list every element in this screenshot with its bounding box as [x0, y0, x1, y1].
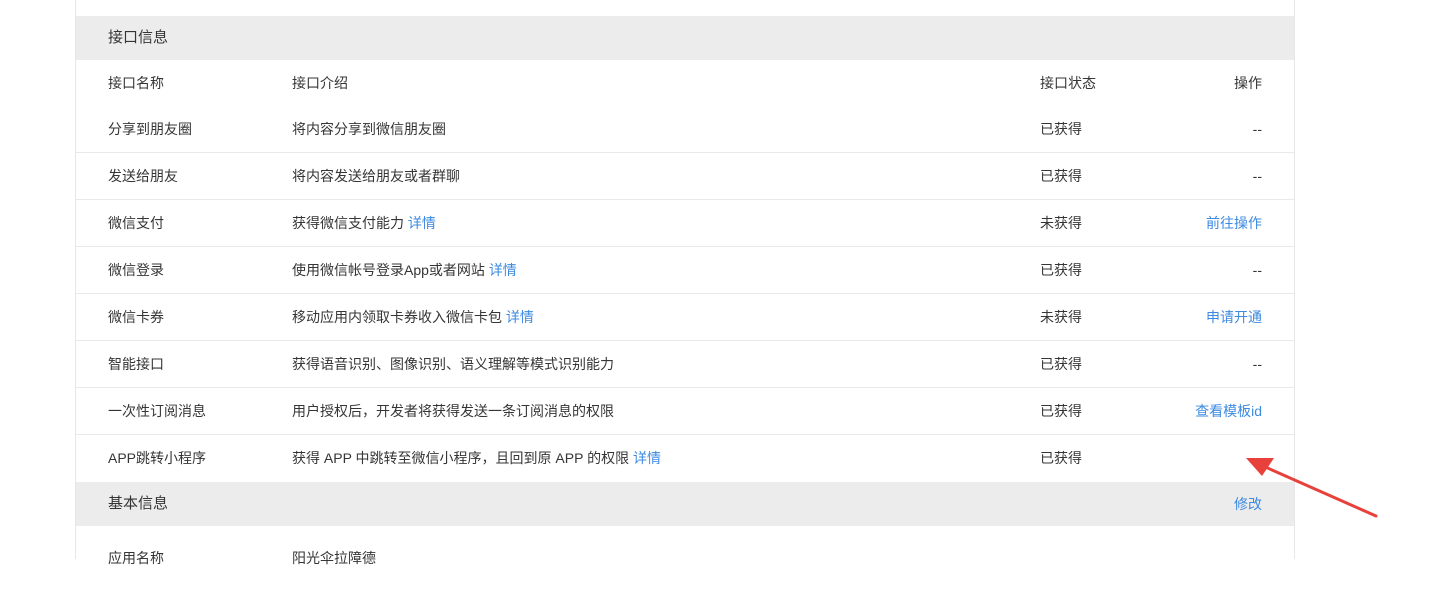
row-desc: 移动应用内领取卡券收入微信卡包 详情	[292, 309, 534, 325]
row-name: 智能接口	[108, 356, 164, 372]
row-desc: 将内容分享到微信朋友圈	[292, 121, 446, 137]
app-name-label: 应用名称	[108, 550, 164, 566]
row-status: 已获得	[1040, 168, 1082, 184]
row-name: 微信卡券	[108, 309, 164, 325]
annotation-arrow-icon	[1246, 458, 1378, 518]
table-row: 分享到朋友圈 将内容分享到微信朋友圈 已获得 --	[76, 106, 1294, 153]
detail-link[interactable]: 详情	[489, 262, 517, 278]
row-desc: 获得语音识别、图像识别、语义理解等模式识别能力	[292, 356, 614, 372]
interface-section-header: 接口信息	[76, 16, 1294, 60]
row-name: 分享到朋友圈	[108, 121, 192, 137]
interface-section-title: 接口信息	[108, 29, 169, 46]
table-row: 微信支付 获得微信支付能力 详情 未获得 前往操作	[76, 200, 1294, 247]
table-row: APP跳转小程序 获得 APP 中跳转至微信小程序，且回到原 APP 的权限 详…	[76, 435, 1294, 482]
detail-link[interactable]: 详情	[633, 450, 661, 466]
row-op: --	[1252, 121, 1262, 137]
apply-open-link[interactable]: 申请开通	[1206, 294, 1262, 341]
row-desc: 将内容发送给朋友或者群聊	[292, 168, 460, 184]
row-status: 已获得	[1040, 356, 1082, 372]
table-row: 微信卡券 移动应用内领取卡券收入微信卡包 详情 未获得 申请开通	[76, 294, 1294, 341]
column-header-desc: 接口介绍	[292, 75, 348, 91]
row-status: 未获得	[1040, 309, 1082, 325]
app-name-row: 应用名称 阳光伞拉障德	[76, 526, 1294, 576]
basic-section-title: 基本信息	[108, 495, 169, 512]
basic-section-header: 基本信息 修改	[76, 482, 1294, 526]
table-row: 智能接口 获得语音识别、图像识别、语义理解等模式识别能力 已获得 --	[76, 341, 1294, 388]
column-header-status: 接口状态	[1040, 75, 1096, 91]
row-desc: 使用微信帐号登录App或者网站 详情	[292, 262, 517, 278]
row-op: --	[1252, 356, 1262, 372]
app-name-value: 阳光伞拉障德	[292, 550, 376, 566]
detail-link[interactable]: 详情	[506, 309, 534, 325]
view-template-id-link[interactable]: 查看模板id	[1195, 388, 1262, 435]
row-status: 已获得	[1040, 450, 1082, 466]
row-desc: 用户授权后，开发者将获得发送一条订阅消息的权限	[292, 403, 614, 419]
column-header-name: 接口名称	[108, 75, 164, 91]
column-header-op: 操作	[1234, 75, 1262, 91]
row-name: 发送给朋友	[108, 168, 178, 184]
row-op: --	[1252, 262, 1262, 278]
row-status: 已获得	[1040, 121, 1082, 137]
table-row: 微信登录 使用微信帐号登录App或者网站 详情 已获得 --	[76, 247, 1294, 294]
row-status: 已获得	[1040, 262, 1082, 278]
row-name: 微信登录	[108, 262, 164, 278]
table-row: 发送给朋友 将内容发送给朋友或者群聊 已获得 --	[76, 153, 1294, 200]
row-name: APP跳转小程序	[108, 450, 207, 466]
detail-link[interactable]: 详情	[408, 215, 436, 231]
row-name: 微信支付	[108, 215, 164, 231]
goto-operate-link[interactable]: 前往操作	[1206, 200, 1262, 247]
row-status: 已获得	[1040, 403, 1082, 419]
row-name: 一次性订阅消息	[108, 403, 206, 419]
interface-table-header: 接口名称 接口介绍 接口状态 操作	[76, 60, 1294, 106]
row-op: --	[1252, 168, 1262, 184]
row-desc: 获得微信支付能力 详情	[292, 215, 436, 231]
table-row: 一次性订阅消息 用户授权后，开发者将获得发送一条订阅消息的权限 已获得 查看模板…	[76, 388, 1294, 435]
row-desc: 获得 APP 中跳转至微信小程序，且回到原 APP 的权限 详情	[292, 450, 661, 466]
row-status: 未获得	[1040, 215, 1082, 231]
app-detail-panel: 接口信息 接口名称 接口介绍 接口状态 操作 分享到朋友圈 将内容分享到微信朋友…	[75, 0, 1295, 566]
